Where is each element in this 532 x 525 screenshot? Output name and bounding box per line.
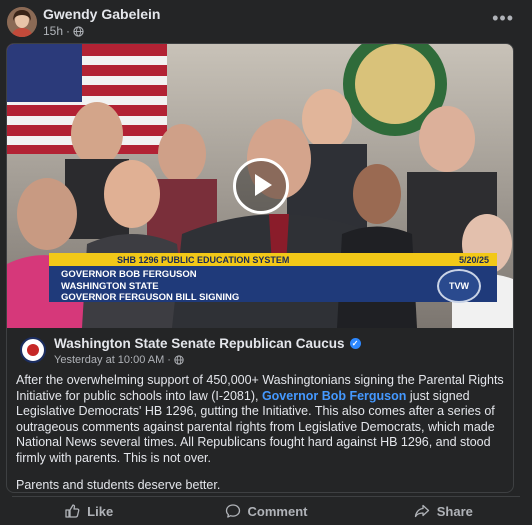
divider	[12, 496, 520, 497]
lower-third-bill-title: SHB 1296 PUBLIC EDUCATION SYSTEM	[117, 254, 290, 265]
video-player[interactable]: SHB 1296 PUBLIC EDUCATION SYSTEM 5/20/25…	[7, 44, 513, 328]
page-name[interactable]: Washington State Senate Republican Caucu…	[54, 336, 345, 351]
lower-third-line1: GOVERNOR BOB FERGUSON	[61, 269, 197, 280]
feed-post: Gwendy Gabelein 15h · ••• SHB 1296 PUBLI…	[0, 0, 532, 525]
lower-third-title-bar: SHB 1296 PUBLIC EDUCATION SYSTEM 5/20/25	[49, 253, 497, 266]
lower-third-line2: WASHINGTON STATE	[61, 280, 159, 292]
more-horizontal-icon[interactable]: •••	[492, 8, 514, 29]
avatar-image	[7, 7, 37, 37]
like-label: Like	[87, 503, 114, 519]
avatar[interactable]	[7, 7, 37, 37]
play-icon[interactable]	[233, 158, 289, 214]
shared-page-header: Washington State Senate Republican Caucu…	[19, 336, 509, 376]
verified-badge-icon: ✓	[349, 338, 361, 349]
lower-third-date: 5/20/25	[458, 254, 489, 265]
body-paragraph-2: Parents and students deserve better.	[16, 477, 221, 492]
mention-link[interactable]: Governor Bob Ferguson	[262, 389, 406, 403]
shared-post-timestamp[interactable]: Yesterday at 10:00 AM	[54, 354, 164, 366]
share-label: Share	[436, 503, 473, 519]
globe-icon	[174, 355, 184, 365]
globe-icon	[73, 25, 84, 37]
comment-button[interactable]: Comment	[177, 499, 354, 523]
shared-post-body: After the overwhelming support of 450,00…	[16, 373, 506, 493]
like-button[interactable]: Like	[0, 499, 177, 523]
share-button[interactable]: Share	[355, 499, 532, 523]
comment-icon	[225, 504, 240, 518]
body-paragraph-1: After the overwhelming support of 450,00…	[16, 373, 504, 465]
post-time[interactable]: 15h	[43, 24, 63, 38]
page-logo[interactable]	[20, 337, 46, 363]
thumbs-up-icon	[65, 504, 80, 518]
shared-post-header	[13, 293, 503, 333]
comment-label: Comment	[247, 503, 308, 519]
share-icon	[414, 504, 429, 518]
post-meta: 15h ·	[43, 24, 84, 38]
post-author[interactable]: Gwendy Gabelein	[43, 6, 160, 22]
post-actions: Like Comment Share	[0, 499, 532, 523]
